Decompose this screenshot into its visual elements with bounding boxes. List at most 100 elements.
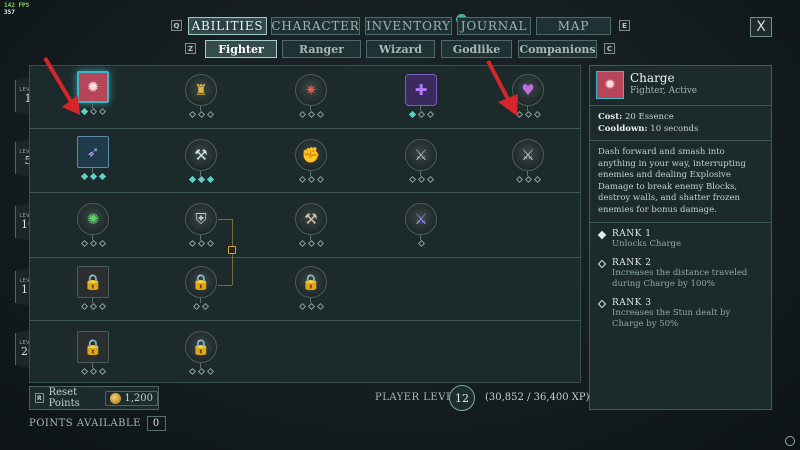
ability-node[interactable]: 🔒 [77,266,109,311]
green-beast-icon: ✺ [86,210,100,228]
tab-character[interactable]: CHARACTER [271,17,360,35]
rank-pips [73,172,113,181]
rank-pip [188,239,196,248]
annotation-arrow-right [486,60,518,116]
ability-node[interactable]: ✊ [295,139,327,184]
rank-pip [98,239,106,248]
tab-inventory[interactable]: INVENTORY [365,17,452,35]
reset-cost-value: 1,200 [124,392,153,404]
locked-icon: 🔒 [191,338,211,356]
subtab-companions[interactable]: Companions [518,40,597,58]
reset-points-label: Reset Points [48,387,80,409]
settings-icon[interactable] [785,436,795,446]
ability-node[interactable]: ✚ [405,74,437,119]
ability-node[interactable]: ⚔ [405,139,437,184]
row-divider [30,192,580,193]
ability-node[interactable]: ⚒ [185,139,217,184]
subtab-fighter[interactable]: Fighter [205,40,277,58]
rank-pip [298,302,306,311]
rank-pips [508,175,548,184]
rank-pip [206,110,214,119]
rank-pips [291,302,331,311]
rank-pip [89,172,97,181]
rank-2: RANK 2 Increases the distance traveled d… [590,252,771,292]
locked-icon: 🔒 [191,273,211,291]
rank-pip [307,239,315,248]
rank-text: Unlocks Charge [612,239,682,249]
rank-pip [417,239,425,248]
rank-pip [89,239,97,248]
rank-pip [197,175,205,184]
rank-pip [80,302,88,311]
rank-pip [201,302,210,311]
subtab-wizard[interactable]: Wizard [366,40,435,58]
rank-pip [98,367,106,376]
rank-pip [515,175,523,184]
rank-pips [401,175,441,184]
rank-pips [291,175,331,184]
rank-pip [533,110,541,119]
rank-pip [89,367,97,376]
ability-node[interactable]: ♜ [185,74,217,119]
row-divider [30,257,580,258]
rank-pip [298,175,306,184]
battle-axe-icon: ⚔ [521,146,535,164]
pip-connector [200,298,201,303]
subtab-godlike[interactable]: Godlike [441,40,512,58]
rank-pips [401,239,441,248]
rank-text: Increases the Stun dealt by Charge by 50… [612,308,731,329]
row-divider [30,320,580,321]
rank-pips [291,110,331,119]
shield-crest-icon: ♜ [194,81,208,99]
subtab-ranger[interactable]: Ranger [282,40,361,58]
rank-pip [206,367,214,376]
prev-tab-key[interactable]: Q [171,20,182,31]
cooldown-label: Cooldown: [598,124,648,134]
next-tab-key[interactable]: E [619,20,630,31]
rank-3: RANK 3 Increases the Stun dealt by Charg… [590,292,771,332]
points-available-label: POINTS AVAILABLE [29,418,141,429]
ability-node[interactable]: ✺ [77,203,109,248]
rank-pip [80,172,88,181]
cooldown-value: 10 seconds [650,124,699,134]
rank-pip [89,302,97,311]
tab-map[interactable]: MAP [536,17,611,35]
reset-key: R [35,393,44,403]
tab-abilities[interactable]: ABILITIES [188,17,267,35]
points-available: POINTS AVAILABLE 0 [29,416,166,431]
rank-pip [417,110,425,119]
rank-pip [307,110,315,119]
ability-node[interactable]: ✷ [295,74,327,119]
ability-node[interactable]: 🔒 [185,266,217,311]
points-available-value: 0 [146,416,166,431]
prev-subtab-key[interactable]: Z [185,43,196,54]
ability-node[interactable]: ⚔ [405,203,437,248]
rank-pip [298,110,306,119]
close-button[interactable]: X [750,17,772,37]
lock-icon [228,246,236,254]
tab-journal[interactable]: JOURNAL [457,17,531,35]
rank-pip [307,302,315,311]
detail-header: ✹ Charge Fighter, Active [590,66,771,106]
ability-description: Dash forward and smash into anything in … [590,141,771,223]
ability-stats: Cost: 20 Essence Cooldown: 10 seconds [590,106,771,141]
rank-pips [181,367,221,376]
ability-node[interactable]: ⚒ [295,203,327,248]
reset-points-button[interactable]: R Reset Points 1,200 [29,386,159,410]
rank-pips [181,239,221,248]
ability-node[interactable]: ⚔ [512,139,544,184]
rank-pips [73,302,113,311]
cost-value: 20 Essence [625,112,674,122]
next-subtab-key[interactable]: C [604,43,615,54]
ability-node[interactable]: 🔒 [77,331,109,376]
rank-pip [316,302,324,311]
crossed-swords-icon: ⚔ [414,210,428,228]
fps-value: 142 FPS [4,2,30,9]
axe-swing-icon: ⚔ [414,146,428,164]
rank-pip [197,239,205,248]
ability-node[interactable]: 🔒 [295,266,327,311]
rank-pip [192,302,201,311]
ability-node[interactable]: ⛨ [185,203,217,248]
ability-node[interactable]: 🔒 [185,331,217,376]
ability-node[interactable]: ➶ [77,136,109,181]
